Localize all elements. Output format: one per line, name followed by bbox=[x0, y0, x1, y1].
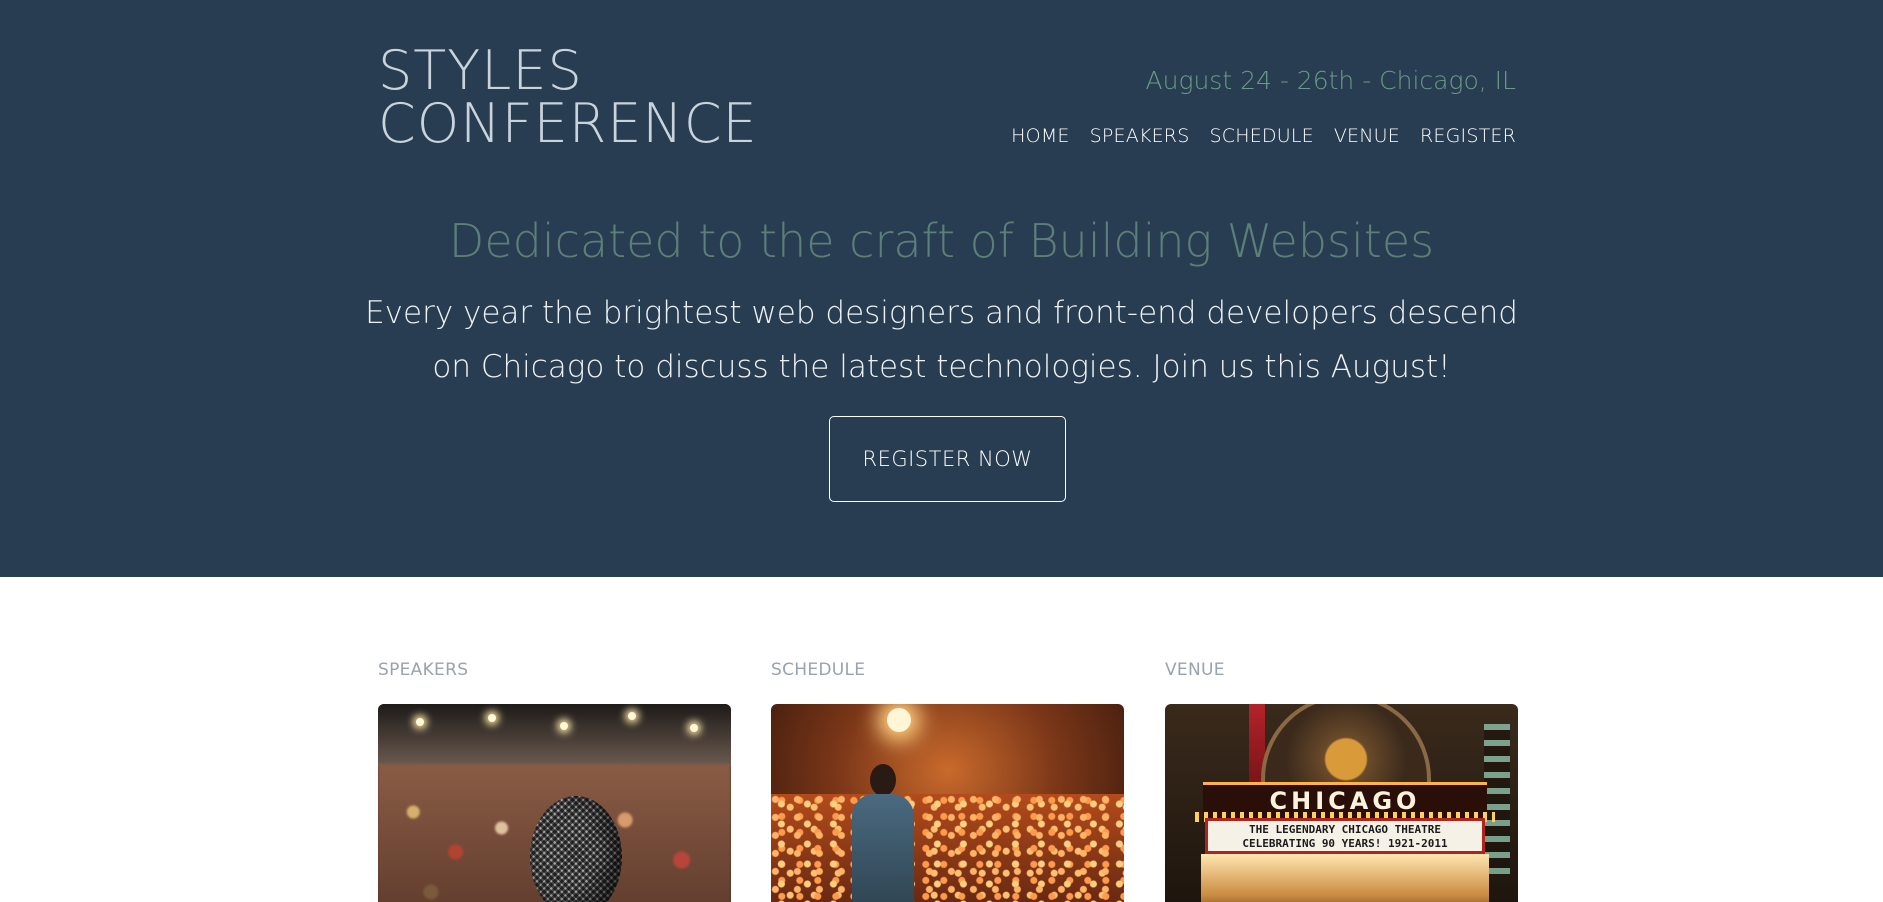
teaser-venue: VENUE CHICAGO THE LEGENDARY CHICAGO THEA… bbox=[1165, 660, 1518, 902]
nav-item-venue[interactable]: VENUE bbox=[1334, 125, 1400, 147]
marquee-underlight bbox=[1201, 854, 1489, 902]
primary-nav: HOME SPEAKERS SCHEDULE VENUE REGISTER bbox=[1011, 125, 1516, 147]
photo-ceiling bbox=[378, 704, 731, 766]
ceiling-light bbox=[628, 712, 636, 720]
schedule-photo[interactable] bbox=[771, 704, 1124, 902]
hero-tagline: Dedicated to the craft of Building Websi… bbox=[448, 214, 1435, 268]
teaser-heading-schedule[interactable]: SCHEDULE bbox=[771, 660, 1124, 680]
speaker-silhouette bbox=[846, 764, 916, 902]
ceiling-light bbox=[416, 718, 424, 726]
teaser-heading-speakers[interactable]: SPEAKERS bbox=[378, 660, 731, 680]
logo-line-1: STYLES bbox=[378, 39, 583, 102]
teaser-speakers: SPEAKERS bbox=[378, 660, 731, 902]
venue-photo[interactable]: CHICAGO THE LEGENDARY CHICAGO THEATRE CE… bbox=[1165, 704, 1518, 902]
photo-audience bbox=[771, 794, 1124, 902]
marquee-board: THE LEGENDARY CHICAGO THEATRE CELEBRATIN… bbox=[1205, 818, 1485, 854]
event-dateline: August 24 - 26th - Chicago, IL bbox=[1145, 66, 1516, 95]
site-logo[interactable]: STYLES CONFERENCE bbox=[378, 39, 758, 155]
logo-line-2: CONFERENCE bbox=[378, 92, 758, 155]
stage-light bbox=[887, 708, 911, 732]
building-windows bbox=[1484, 724, 1510, 874]
ceiling-light bbox=[690, 724, 698, 732]
teaser-schedule: SCHEDULE bbox=[771, 660, 1124, 902]
board-line-2: CELEBRATING 90 YEARS! 1921-2011 bbox=[1242, 837, 1448, 850]
nav-item-home[interactable]: HOME bbox=[1011, 125, 1069, 147]
nav-item-schedule[interactable]: SCHEDULE bbox=[1209, 125, 1313, 147]
speakers-photo[interactable] bbox=[378, 704, 731, 902]
board-line-1: THE LEGENDARY CHICAGO THEATRE bbox=[1248, 823, 1442, 836]
speaker-head bbox=[870, 764, 896, 796]
register-now-button[interactable]: REGISTER NOW bbox=[829, 416, 1066, 502]
ceiling-light bbox=[488, 714, 496, 722]
nav-item-register[interactable]: REGISTER bbox=[1420, 125, 1516, 147]
marquee-sign: CHICAGO bbox=[1269, 787, 1421, 815]
hero-lead-text: Every year the brightest web designers a… bbox=[365, 295, 1518, 385]
ceiling-light bbox=[560, 722, 568, 730]
teaser-heading-venue[interactable]: VENUE bbox=[1165, 660, 1518, 680]
nav-item-speakers[interactable]: SPEAKERS bbox=[1090, 125, 1190, 147]
speaker-body bbox=[852, 794, 914, 902]
hero-section: STYLES CONFERENCE August 24 - 26th - Chi… bbox=[0, 0, 1883, 577]
